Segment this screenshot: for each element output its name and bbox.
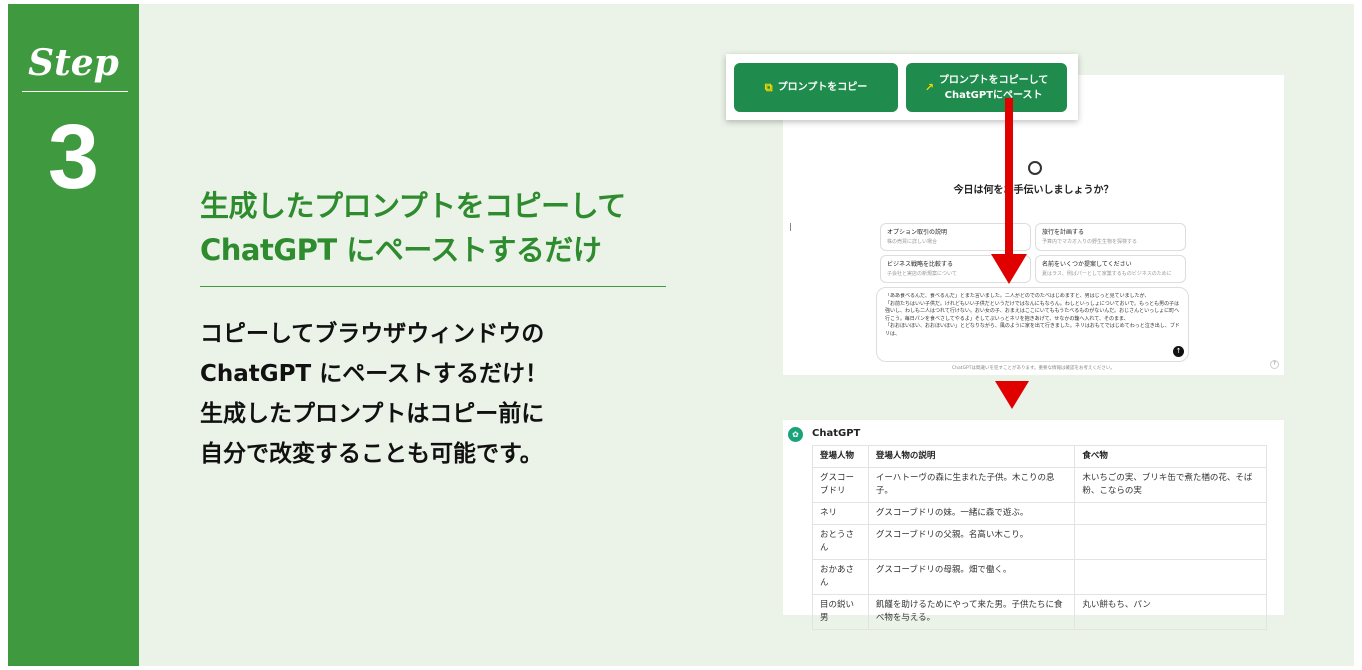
heading-rule bbox=[200, 286, 666, 287]
step-word: Step bbox=[28, 42, 119, 84]
table-cell: ネリ bbox=[812, 502, 869, 525]
table-cell: 目の鋭い男 bbox=[812, 594, 869, 630]
table-row: おとうさん グスコーブドリの父親。名高い木こり。 bbox=[812, 524, 1267, 560]
table-cell: グスコーブドリ bbox=[812, 467, 869, 503]
table-row: おかあさん グスコーブドリの母親。畑で働く。 bbox=[812, 559, 1267, 595]
prompt-text: 「ああ食べるんだ、食べるんだ」とまた言いました。二人がどのでのたべはじめますと、… bbox=[885, 293, 1180, 337]
table-cell: グスコーブドリの妹。一緒に森で遊ぶ。 bbox=[867, 502, 1076, 525]
step-badge: Step 3 bbox=[8, 4, 139, 666]
body-line-2: ChatGPT にペーストするだけ！ bbox=[200, 361, 549, 387]
column-header: 食べ物 bbox=[1074, 445, 1267, 468]
suggestion-title: 名前をいくつか提案してください bbox=[1042, 261, 1132, 268]
chatgpt-result: ✿ ChatGPT 登場人物 登場人物の説明 食べ物 グスコーブドリ イーハトー… bbox=[783, 420, 1284, 630]
table-row: グスコーブドリ イーハトーヴの森に生まれた子供。木こりの息子。 木いちごの実、ブ… bbox=[812, 467, 1267, 503]
disclaimer: ChatGPTは間違いを犯すことがあります。重要な情報は確認をお考えください。 bbox=[952, 366, 1115, 371]
table-cell bbox=[1074, 559, 1267, 595]
table-row: 目の鋭い男 飢饉を助けるためにやって来た男。子供たちに食べ物を与える。 丸い餅も… bbox=[812, 594, 1267, 630]
external-link-icon: ↗ bbox=[924, 81, 934, 94]
table-cell: おとうさん bbox=[812, 524, 869, 560]
table-cell: 飢饉を助けるためにやって来た男。子供たちに食べ物を与える。 bbox=[867, 594, 1076, 630]
table-cell: グスコーブドリの父親。名高い木こり。 bbox=[867, 524, 1076, 560]
chatgpt-avatar-icon: ✿ bbox=[788, 427, 803, 442]
table-cell bbox=[1074, 502, 1267, 525]
heading-line-1: 生成したプロンプトをコピーして bbox=[200, 189, 626, 223]
help-button[interactable]: ? bbox=[1270, 360, 1279, 369]
arrow-up-icon: ↑ bbox=[1175, 347, 1182, 355]
suggestion-subtitle: 予算内でマカオ入りの野生生物を探検する bbox=[1042, 239, 1138, 245]
suggestion-card[interactable]: 旅行を計画する 予算内でマカオ入りの野生生物を探検する bbox=[1035, 223, 1186, 251]
result-table: 登場人物 登場人物の説明 食べ物 グスコーブドリ イーハトーヴの森に生まれた子供… bbox=[812, 445, 1267, 630]
suggestion-title: 旅行を計画する bbox=[1042, 229, 1085, 236]
body-line-4: 自分で改変することも可能です。 bbox=[200, 441, 543, 467]
table-cell: 丸い餅もち、パン bbox=[1074, 594, 1267, 630]
chat-greeting: 今日は何をお手伝いしましょうか？ bbox=[953, 185, 1114, 196]
text-cursor-icon bbox=[790, 223, 791, 231]
copy-button-label: プロンプトをコピー bbox=[777, 82, 868, 93]
table-header-row: 登場人物 登場人物の説明 食べ物 bbox=[812, 445, 1267, 468]
body-text: コピーしてブラウザウィンドウの ChatGPT にペーストするだけ！ 生成したプ… bbox=[200, 314, 720, 474]
heading-line-2: ChatGPT にペーストするだけ bbox=[200, 233, 602, 267]
red-triangle-down-icon bbox=[995, 381, 1029, 409]
paste-button-label: プロンプトをコピーして ChatGPTにペースト bbox=[938, 74, 1049, 101]
body-line-1: コピーしてブラウザウィンドウの bbox=[200, 321, 545, 347]
table-row: ネリ グスコーブドリの妹。一緒に森で遊ぶ。 bbox=[812, 502, 1267, 525]
table-cell: おかあさん bbox=[812, 559, 869, 595]
table-cell bbox=[1074, 524, 1267, 560]
send-button[interactable]: ↑ bbox=[1173, 346, 1184, 357]
step-divider bbox=[22, 91, 128, 92]
suggestion-title: オプション取引の説明 bbox=[887, 229, 948, 236]
step-number: 3 bbox=[47, 106, 100, 208]
chatgpt-screenshot: 今日は何をお手伝いしましょうか？ オプション取引の説明 株の売買に詳しい場合 旅… bbox=[783, 75, 1284, 375]
copy-prompt-button[interactable]: ⧉ プロンプトをコピー bbox=[734, 63, 898, 112]
result-author: ChatGPT bbox=[812, 428, 861, 439]
column-header: 登場人物の説明 bbox=[867, 445, 1076, 468]
page: Step 3 生成したプロンプトをコピーして ChatGPT にペーストするだけ… bbox=[0, 0, 1362, 670]
chatgpt-logo-icon bbox=[1028, 161, 1042, 175]
suggestion-subtitle: 株の売買に詳しい場合 bbox=[887, 239, 938, 245]
suggestion-card[interactable]: 名前をいくつか提案してください 夏はラス、例ばパーとして家業するものビジネスのた… bbox=[1035, 255, 1186, 283]
copy-icon: ⧉ bbox=[764, 80, 773, 94]
table-cell: 木いちごの実、ブリキ缶で煮た楢の花、そば粉、こならの実 bbox=[1074, 467, 1267, 503]
body-line-3: 生成したプロンプトはコピー前に bbox=[200, 401, 545, 427]
table-cell: イーハトーヴの森に生まれた子供。木こりの息子。 bbox=[867, 467, 1076, 503]
red-arrow-shaft bbox=[1005, 98, 1013, 258]
button-card: ⧉ プロンプトをコピー ↗ プロンプトをコピーして ChatGPTにペースト bbox=[726, 54, 1078, 120]
copy-paste-chatgpt-button[interactable]: ↗ プロンプトをコピーして ChatGPTにペースト bbox=[906, 63, 1067, 112]
suggestion-subtitle: 夏はラス、例ばパーとして家業するものビジネスのために bbox=[1042, 271, 1172, 277]
red-arrow-head-icon bbox=[991, 254, 1027, 284]
prompt-input[interactable]: 「ああ食べるんだ、食べるんだ」とまた言いました。二人がどのでのたべはじめますと、… bbox=[876, 287, 1189, 362]
heading: 生成したプロンプトをコピーして ChatGPT にペーストするだけ bbox=[200, 184, 700, 272]
table-cell: グスコーブドリの母親。畑で働く。 bbox=[867, 559, 1076, 595]
column-header: 登場人物 bbox=[812, 445, 869, 468]
